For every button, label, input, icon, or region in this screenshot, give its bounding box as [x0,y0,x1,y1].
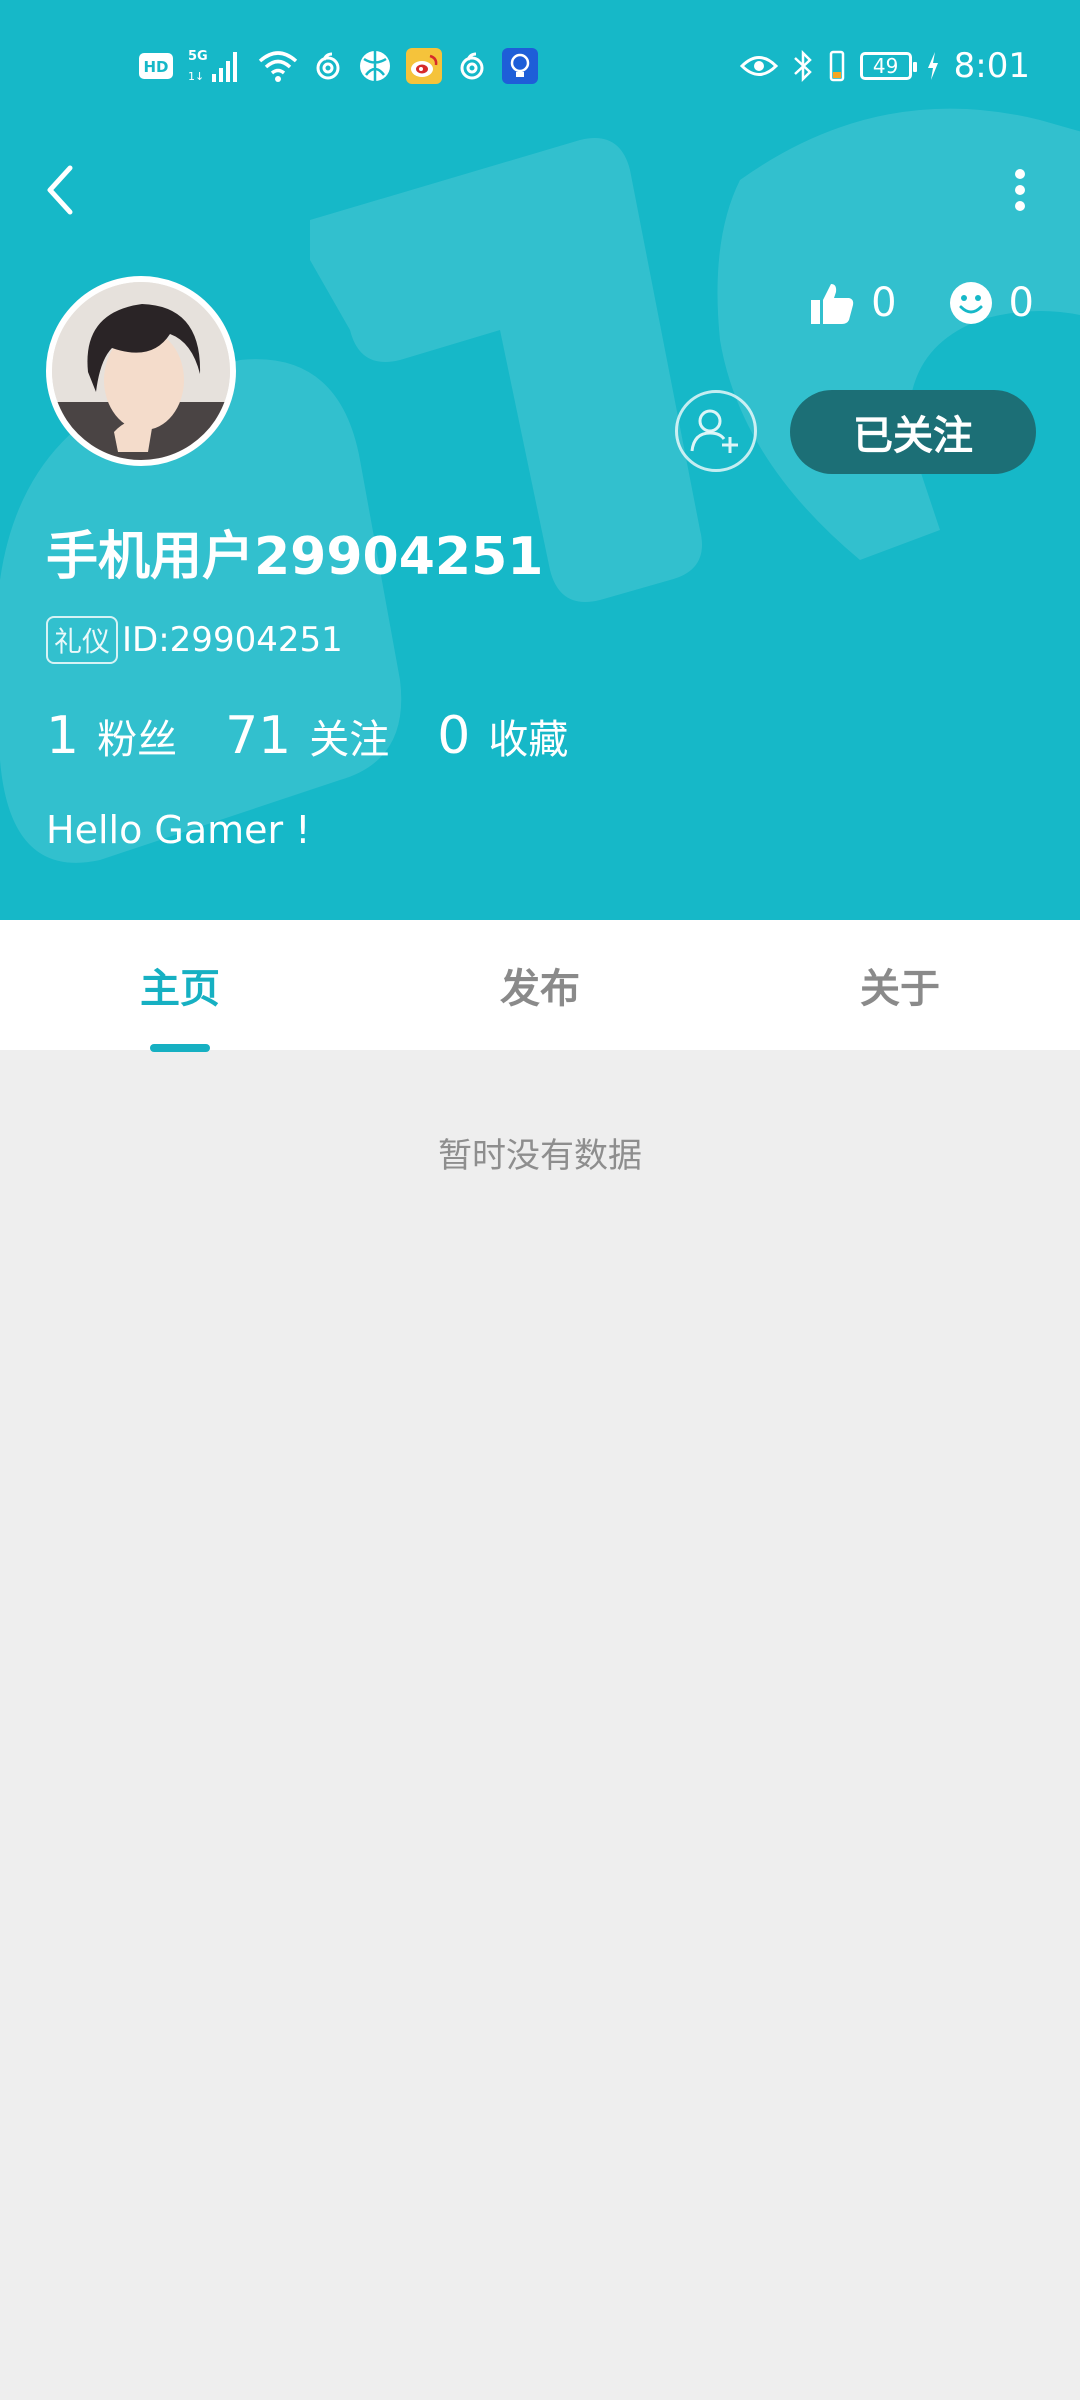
more-options-button[interactable] [1010,160,1040,220]
status-bar: HD 5G 1↓ 49 8:01 [0,0,1080,130]
thumbs-up-icon [811,284,854,324]
username: 手机用户29904251 [46,527,544,587]
add-friend-button[interactable] [675,390,757,472]
vibration-battery-icon [828,48,846,84]
tab-home[interactable]: 主页 [0,920,360,1050]
likes-counter[interactable]: 0 [809,280,897,326]
favorites-stat[interactable]: 0 收藏 [437,706,568,766]
reactions-counter[interactable]: 0 [949,280,1034,326]
active-tab-indicator [150,1044,210,1052]
followers-count: 1 [46,706,80,766]
profile-stats: 1 粉丝 71 关注 0 收藏 [46,706,616,766]
reactions-count: 0 [1008,280,1034,326]
chevron-left-icon [47,165,73,215]
battery-indicator: 49 [859,52,917,80]
reaction-counts: 0 0 [809,280,1034,326]
profile-header: HD 5G 1↓ 49 8:01 0 0 已关注 手机用户29904251 礼仪… [0,0,1080,920]
following-stat[interactable]: 71 关注 [225,706,389,766]
hd-icon: HD [138,51,174,81]
followers-stat[interactable]: 1 粉丝 [46,706,177,766]
browser-icon [358,49,392,83]
svg-text:5G: 5G [188,49,208,64]
more-vertical-icon [1015,169,1025,211]
status-time: 8:01 [953,46,1030,86]
weibo-icon [406,48,442,84]
favorites-count: 0 [437,706,471,766]
svg-text:1↓: 1↓ [188,70,204,83]
likes-count: 0 [871,280,897,326]
followers-label: 粉丝 [97,717,178,763]
avatar-image [52,282,230,460]
signal-5g-icon: 5G 1↓ [188,46,244,86]
wifi-icon [258,49,298,83]
id-tag-badge: 礼仪 [46,616,119,664]
charging-icon [926,51,940,81]
tab-posts[interactable]: 发布 [360,920,720,1050]
svg-text:HD: HD [143,58,168,76]
bluetooth-icon [792,48,814,84]
following-label: 关注 [309,717,390,763]
eye-icon [739,53,778,79]
lightbulb-app-icon [502,48,538,84]
profile-tabs: 主页 发布 关于 [0,920,1080,1050]
empty-state-message: 暂时没有数据 [438,1136,642,1176]
user-id-row: 礼仪 ID:29904251 [46,616,343,664]
user-id: ID:29904251 [122,620,343,660]
back-button[interactable] [40,160,90,220]
profile-bio: Hello Gamer ! [46,808,311,852]
tab-about[interactable]: 关于 [720,920,1080,1050]
following-count: 71 [225,706,292,766]
netease-music-icon [312,50,344,82]
add-user-icon [690,409,738,453]
favorites-label: 收藏 [488,717,569,763]
background-watermark [0,108,1080,863]
avatar[interactable] [46,276,236,466]
smiley-icon [949,282,992,324]
followed-button[interactable]: 已关注 [790,390,1036,474]
netease-music-icon-2 [456,50,488,82]
